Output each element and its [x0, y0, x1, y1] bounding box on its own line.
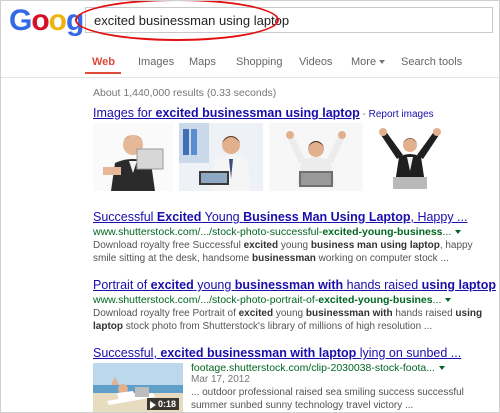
snippet-part: stock photo from Shutterstock's library …: [123, 321, 433, 332]
url-part: excited-young-business: [322, 226, 443, 238]
snippet-part: working on computer stock ...: [315, 253, 449, 264]
report-images-link[interactable]: Report images: [369, 109, 434, 120]
video-thumbnail[interactable]: 0:18: [93, 363, 183, 412]
url-part: www.shutterstock.com/.../stock-photo-por…: [93, 294, 319, 306]
snippet-line: smile sitting at the desk, handsome busi…: [93, 252, 473, 265]
result-snippet: Download royalty free Portrait of excite…: [93, 307, 482, 333]
result-title-link[interactable]: Portrait of excited young businessman wi…: [93, 278, 496, 292]
chevron-down-icon: [379, 60, 386, 65]
snippet-part: businessman: [251, 253, 316, 264]
title-part: lying on sunbed ...: [356, 346, 462, 360]
snippet-line: summer sunbed sunny technology travel vi…: [191, 400, 414, 411]
title-part: hands raised: [343, 278, 422, 292]
result-snippet: Download royalty free Successful excited…: [93, 239, 473, 265]
tab-more-label: More: [351, 56, 377, 68]
title-part: , Happy ...: [410, 210, 468, 224]
separator: -: [359, 109, 369, 120]
image-thumbnail[interactable]: [269, 123, 363, 191]
tab-more[interactable]: More: [351, 56, 386, 68]
video-duration: 0:18: [157, 399, 176, 409]
image-thumbnail[interactable]: [93, 123, 173, 191]
result-url: footage.shutterstock.com/clip-2030038-st…: [191, 362, 445, 374]
title-part: Young: [201, 210, 244, 224]
images-block-link[interactable]: Images for excited businessman using lap…: [93, 106, 360, 120]
snippet-part: laptop: [93, 321, 123, 332]
result-snippet: ... outdoor professional raised sea smil…: [191, 386, 464, 412]
snippet-part: Download royalty free Portrait of: [93, 308, 239, 319]
tab-images[interactable]: Images: [138, 56, 174, 68]
title-part: excited: [150, 278, 194, 292]
result-title-link[interactable]: Successful Excited Young Business Man Us…: [93, 210, 467, 224]
result-url: www.shutterstock.com/.../stock-photo-suc…: [93, 226, 462, 238]
chevron-down-icon[interactable]: [438, 366, 445, 371]
logo-letter: o: [31, 4, 49, 37]
title-part: excited businessman with laptop: [160, 346, 357, 360]
image-thumbnail[interactable]: [179, 123, 263, 191]
snippet-part: Download royalty free Successful: [93, 240, 244, 251]
snippet-part: hands raised: [392, 308, 456, 319]
active-tab-indicator: [85, 72, 121, 74]
businessman-photo: [369, 123, 451, 191]
url-part: www.shutterstock.com/.../stock-photo-suc…: [93, 226, 323, 238]
title-part: Portrait of: [93, 278, 151, 292]
result-stats: About 1,440,000 results (0.33 seconds): [93, 87, 277, 99]
nav-divider: [1, 77, 499, 78]
snippet-part: excited: [243, 240, 279, 251]
chevron-down-icon[interactable]: [445, 298, 452, 303]
title-part: Excited: [156, 210, 202, 224]
tab-videos[interactable]: Videos: [299, 56, 332, 68]
tab-shopping[interactable]: Shopping: [236, 56, 283, 68]
snippet-line: ... outdoor professional raised sea smil…: [191, 387, 464, 398]
snippet-line: Download royalty free Portrait of excite…: [93, 307, 482, 320]
tab-maps[interactable]: Maps: [189, 56, 216, 68]
title-part: young: [193, 278, 235, 292]
video-duration-badge: 0:18: [146, 398, 179, 410]
chevron-down-icon[interactable]: [455, 230, 462, 235]
image-thumbnail[interactable]: [369, 123, 451, 191]
title-part: Business Man Using Laptop: [243, 210, 411, 224]
tab-search-tools[interactable]: Search tools: [401, 56, 462, 68]
result-title-link[interactable]: Successful, excited businessman with lap…: [93, 346, 461, 360]
title-part: Successful,: [93, 346, 161, 360]
snippet-part: young: [278, 240, 311, 251]
snippet-part: , happy: [439, 240, 473, 251]
snippet-part: young: [273, 308, 306, 319]
images-title-prefix: Images for: [93, 106, 156, 120]
snippet-part: business man using laptop: [310, 240, 440, 251]
url-part: excited-young-busines: [318, 294, 433, 306]
logo-letter: G: [9, 4, 32, 37]
logo-letter: o: [48, 4, 67, 37]
businessman-photo: [179, 123, 263, 191]
snippet-part: businessman with: [305, 308, 393, 319]
url-text: footage.shutterstock.com/clip-2030038-st…: [191, 362, 435, 374]
images-block-header: Images for excited businessman using lap…: [93, 106, 434, 120]
url-part: ...: [442, 226, 452, 238]
search-results-page: Google excited businessman using laptop …: [0, 0, 500, 413]
businessman-photo: [269, 123, 363, 191]
businessman-photo: [93, 123, 173, 191]
url-part: ...: [432, 294, 442, 306]
title-part: businessman with: [234, 278, 344, 292]
tab-web[interactable]: Web: [92, 56, 115, 68]
video-date: Mar 17, 2012: [191, 374, 250, 385]
result-url: www.shutterstock.com/.../stock-photo-por…: [93, 294, 452, 306]
snippet-part: excited: [238, 308, 274, 319]
snippet-part: using: [455, 308, 483, 319]
annotation-ellipse: [75, 1, 279, 41]
snippet-line: laptop stock photo from Shutterstock's l…: [93, 320, 482, 333]
title-part: using laptop: [421, 278, 496, 292]
snippet-part: smile sitting at the desk, handsome: [93, 253, 252, 264]
snippet-line: Download royalty free Successful excited…: [93, 239, 473, 252]
images-title-bold: excited businessman using laptop: [155, 106, 360, 120]
play-icon: [149, 400, 156, 409]
search-nav: Web Images Maps Shopping Videos More Sea…: [1, 49, 499, 77]
title-part: Successful: [93, 210, 157, 224]
